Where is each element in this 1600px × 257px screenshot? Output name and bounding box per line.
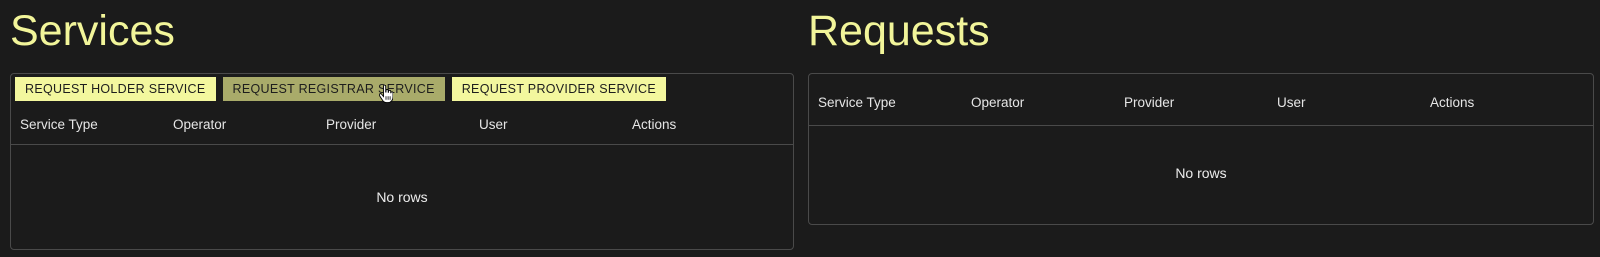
request-holder-service-button[interactable]: REQUEST HOLDER SERVICE bbox=[15, 77, 216, 101]
services-column-headers: Service Type Operator Provider User Acti… bbox=[11, 104, 793, 145]
services-empty-message: No rows bbox=[376, 189, 428, 205]
column-header-operator[interactable]: Operator bbox=[173, 104, 226, 144]
services-title: Services bbox=[10, 7, 175, 55]
request-provider-service-button[interactable]: REQUEST PROVIDER SERVICE bbox=[451, 77, 667, 101]
column-header-user[interactable]: User bbox=[1277, 80, 1306, 125]
column-header-service-type[interactable]: Service Type bbox=[20, 104, 98, 144]
column-header-actions[interactable]: Actions bbox=[1430, 80, 1474, 125]
requests-data-grid: Service Type Operator Provider User Acti… bbox=[808, 73, 1594, 225]
column-header-provider[interactable]: Provider bbox=[326, 104, 376, 144]
requests-title: Requests bbox=[808, 7, 990, 55]
requests-column-headers: Service Type Operator Provider User Acti… bbox=[809, 80, 1593, 126]
column-header-service-type[interactable]: Service Type bbox=[818, 80, 896, 125]
column-header-actions[interactable]: Actions bbox=[632, 104, 676, 144]
request-registrar-service-button[interactable]: REQUEST REGISTRAR SERVICE bbox=[222, 77, 445, 101]
column-header-provider[interactable]: Provider bbox=[1124, 80, 1174, 125]
requests-empty-message: No rows bbox=[1175, 165, 1227, 181]
column-header-operator[interactable]: Operator bbox=[971, 80, 1024, 125]
column-header-user[interactable]: User bbox=[479, 104, 508, 144]
hand-pointer-icon bbox=[379, 85, 393, 103]
services-toolbar: REQUEST HOLDER SERVICE REQUEST REGISTRAR… bbox=[15, 77, 667, 101]
services-data-grid: REQUEST HOLDER SERVICE REQUEST REGISTRAR… bbox=[10, 73, 794, 250]
